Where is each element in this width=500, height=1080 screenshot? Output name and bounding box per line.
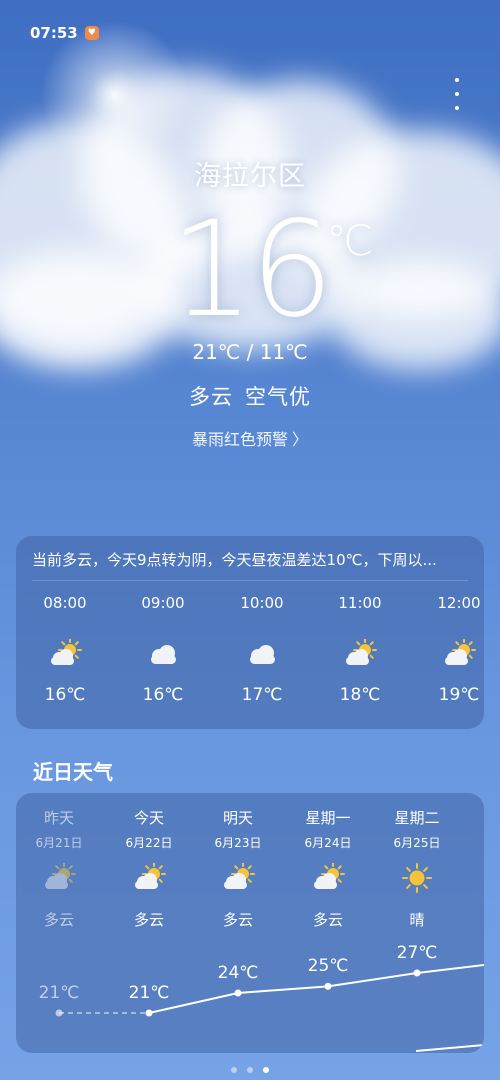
- low-temperature-line: [415, 1044, 484, 1052]
- partly-cloudy-icon: [342, 638, 378, 669]
- hour-time: 08:00: [43, 594, 87, 612]
- temperature-range: 21℃ / 11℃: [192, 340, 308, 364]
- hour-time: 10:00: [240, 594, 284, 612]
- dot-icon: [455, 78, 459, 82]
- hourly-item: 10:00 17℃: [227, 594, 297, 705]
- temperature-point: [234, 989, 242, 997]
- page-dot[interactable]: [247, 1067, 253, 1073]
- temperature-point: [324, 982, 332, 990]
- heart-badge-icon: ♥: [84, 26, 99, 40]
- condition-line: 多云 空气优: [0, 381, 500, 411]
- page-dot[interactable]: [263, 1067, 269, 1073]
- hourly-item: 12:00 19℃: [424, 594, 494, 705]
- day-high-temperature: 21℃: [128, 983, 170, 1003]
- hourly-forecast-card[interactable]: 当前多云，今天9点转为阴，今天昼夜温差达10℃，下周以... 08:00 16℃ 0…: [16, 536, 484, 729]
- forecast-summary: 当前多云，今天9点转为阴，今天昼夜温差达10℃，下周以...: [32, 551, 437, 569]
- hour-temperature: 16℃: [44, 685, 86, 705]
- divider: [32, 580, 468, 581]
- more-menu-button[interactable]: [450, 78, 464, 110]
- hour-temperature: 19℃: [438, 685, 480, 705]
- air-quality[interactable]: 空气优: [245, 385, 311, 409]
- day-high-temperature: 25℃: [307, 956, 349, 977]
- temperature-point: [145, 1009, 153, 1017]
- day-high-temperature: 24℃: [217, 963, 259, 983]
- hourly-item: 09:00 16℃: [128, 594, 198, 705]
- status-bar: 07:53 ♥: [30, 24, 99, 42]
- temperature-point: [55, 1009, 63, 1017]
- temperature-unit: ℃: [326, 216, 374, 265]
- dot-icon: [455, 106, 459, 110]
- status-time: 07:53: [30, 24, 78, 42]
- cloudy-icon: [145, 639, 181, 669]
- page-dot[interactable]: [231, 1067, 237, 1073]
- hourly-item: 08:00 16℃: [30, 594, 100, 705]
- current-temperature: 16: [170, 193, 334, 347]
- dot-icon: [455, 92, 459, 96]
- hour-time: 12:00: [437, 594, 481, 612]
- hourly-item: 11:00 18℃: [325, 594, 395, 705]
- location-title[interactable]: 海拉尔区: [0, 154, 500, 193]
- weather-condition: 多云: [189, 385, 233, 409]
- section-title-recent-weather: 近日天气: [33, 760, 113, 784]
- current-temperature-block: 16 ℃: [0, 200, 500, 340]
- page-indicator[interactable]: [0, 1067, 500, 1073]
- daily-forecast-card[interactable]: 昨天 6月21日 多云 今天 6月22日 多云 明天 6月23日 多云 星期一 6月24日 多云 星期二…: [16, 793, 484, 1053]
- weather-alert-link[interactable]: 暴雨红色预警〉: [0, 426, 500, 450]
- temperature-curve: [55, 964, 484, 1052]
- hour-temperature: 18℃: [339, 685, 381, 705]
- temperature-point: [413, 969, 421, 977]
- day-high-temperature: 27℃: [396, 943, 438, 963]
- alert-text: 暴雨红色预警: [191, 430, 288, 449]
- chevron-right-icon: 〉: [292, 430, 309, 449]
- hour-temperature: 16℃: [142, 685, 184, 705]
- hour-time: 09:00: [141, 594, 185, 612]
- hour-time: 11:00: [338, 594, 382, 612]
- partly-cloudy-icon: [47, 638, 83, 669]
- day-high-temperature: 21℃: [38, 983, 80, 1003]
- partly-cloudy-icon: [441, 638, 477, 669]
- hour-temperature: 17℃: [241, 685, 283, 705]
- cloudy-icon: [244, 639, 280, 669]
